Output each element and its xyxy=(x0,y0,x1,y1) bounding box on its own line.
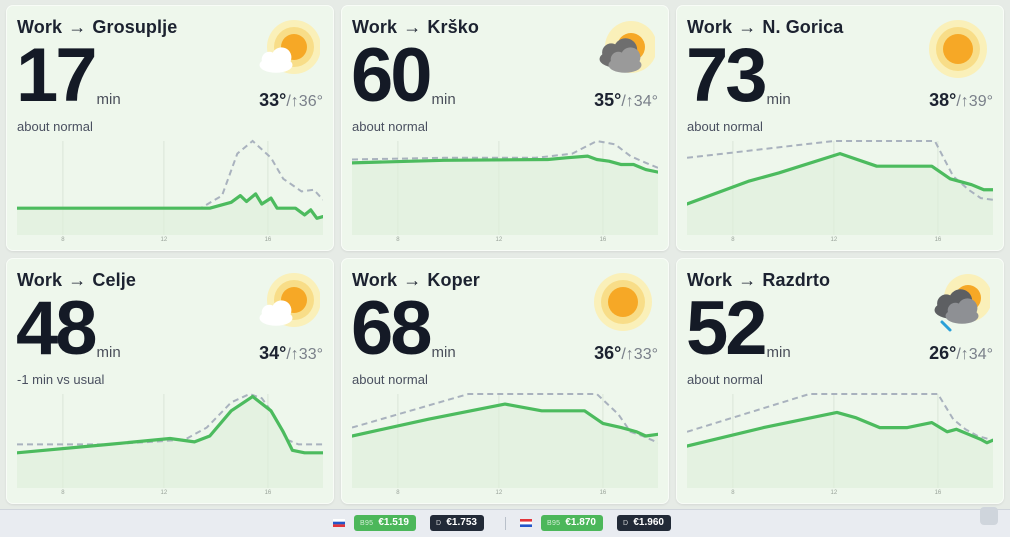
travel-time-chart: 8 12 16 xyxy=(17,139,323,243)
price-hr-b95: B95 €1.870 xyxy=(541,515,603,531)
minutes-unit: min xyxy=(96,344,121,361)
tick-label: 16 xyxy=(265,490,272,496)
divider xyxy=(505,517,506,530)
traffic-status: about normal xyxy=(17,119,93,134)
tick-label: 12 xyxy=(161,490,168,496)
traffic-status: about normal xyxy=(352,119,428,134)
tick-label: 8 xyxy=(396,490,400,496)
travel-minutes: 73 xyxy=(686,33,768,118)
temperature: 26°/↑34° xyxy=(929,343,993,363)
route-card-krško[interactable]: Work → Krško 60 min 35°/↑34° about norma… xyxy=(341,5,669,251)
sun-behind-cloud-icon xyxy=(259,273,320,327)
route-card-razdrto[interactable]: Work → Razdrto 52 min 26°/↑34° about nor… xyxy=(676,258,1004,504)
current-area xyxy=(352,156,658,235)
route-card-koper[interactable]: Work → Koper 68 min 36°/↑33° about norma… xyxy=(341,258,669,504)
tick-label: 12 xyxy=(161,237,168,243)
tick-label: 16 xyxy=(600,490,607,496)
traffic-status: about normal xyxy=(687,119,763,134)
sun-behind-cloud-icon xyxy=(259,273,320,327)
traffic-status: about normal xyxy=(687,372,763,387)
minutes-unit: min xyxy=(766,344,791,361)
tick-label: 8 xyxy=(731,237,735,243)
temperature: 34°/↑33° xyxy=(259,343,323,363)
tick-label: 16 xyxy=(600,237,607,243)
route-grid: Work → Grosuplje 17 min 33°/↑36° about n… xyxy=(6,5,1004,505)
temperature: 36°/↑33° xyxy=(594,343,658,363)
travel-time-chart: 8 12 16 xyxy=(687,393,993,496)
tick-label: 12 xyxy=(831,490,838,496)
rain-cloud-icon xyxy=(934,274,990,332)
price-si-diesel: D €1.753 xyxy=(430,515,484,531)
minutes-unit: min xyxy=(766,91,791,108)
traffic-status: -1 min vs usual xyxy=(17,372,105,387)
sun-icon xyxy=(929,20,987,78)
fuel-price-bar: B95 €1.519 D €1.753 B95 €1.870 D €1.960 xyxy=(0,509,1010,537)
temperature: 38°/↑39° xyxy=(929,90,993,110)
sun-icon xyxy=(594,273,652,331)
tick-label: 8 xyxy=(396,237,400,243)
tick-label: 16 xyxy=(935,237,942,243)
travel-minutes: 52 xyxy=(686,286,768,371)
sun-behind-cloud-icon xyxy=(259,20,320,74)
settings-corner-button[interactable] xyxy=(980,507,998,525)
price-hr-diesel: D €1.960 xyxy=(617,515,671,531)
travel-time-chart: 8 12 16 xyxy=(687,140,993,243)
temperature: 33°/↑36° xyxy=(259,90,323,110)
tick-label: 16 xyxy=(935,490,942,496)
minutes-unit: min xyxy=(431,344,456,361)
sun-icon xyxy=(594,273,652,331)
travel-minutes: 60 xyxy=(351,33,433,118)
tick-label: 8 xyxy=(61,237,65,243)
sun-behind-cloud-icon xyxy=(259,20,320,74)
tick-label: 8 xyxy=(731,490,735,496)
route-card-grosuplje[interactable]: Work → Grosuplje 17 min 33°/↑36° about n… xyxy=(6,5,334,251)
travel-time-chart: 8 12 16 xyxy=(352,139,658,243)
travel-minutes: 68 xyxy=(351,286,433,371)
slovenia-flag-icon xyxy=(333,519,345,527)
croatia-flag-icon xyxy=(520,519,532,527)
rain-cloud-icon xyxy=(934,274,990,332)
minutes-unit: min xyxy=(96,91,121,108)
tick-label: 12 xyxy=(496,237,503,243)
cloud-sun-icon xyxy=(599,21,655,73)
tick-label: 12 xyxy=(831,237,838,243)
tick-label: 16 xyxy=(265,237,272,243)
cloud-sun-icon xyxy=(599,21,655,73)
traffic-status: about normal xyxy=(352,372,428,387)
travel-minutes: 17 xyxy=(16,33,98,118)
travel-minutes: 48 xyxy=(16,286,98,371)
tick-label: 12 xyxy=(496,490,503,496)
tick-label: 8 xyxy=(61,490,65,496)
travel-time-chart: 8 12 16 xyxy=(352,393,658,496)
price-si-b95: B95 €1.519 xyxy=(354,515,416,531)
route-card-celje[interactable]: Work → Celje 48 min 34°/↑33° -1 min vs u… xyxy=(6,258,334,504)
route-card-n-gorica[interactable]: Work → N. Gorica 73 min 38°/↑39° about n… xyxy=(676,5,1004,251)
temperature: 35°/↑34° xyxy=(594,90,658,110)
minutes-unit: min xyxy=(431,91,456,108)
travel-time-chart: 8 12 16 xyxy=(17,392,323,496)
sun-icon xyxy=(929,20,987,78)
